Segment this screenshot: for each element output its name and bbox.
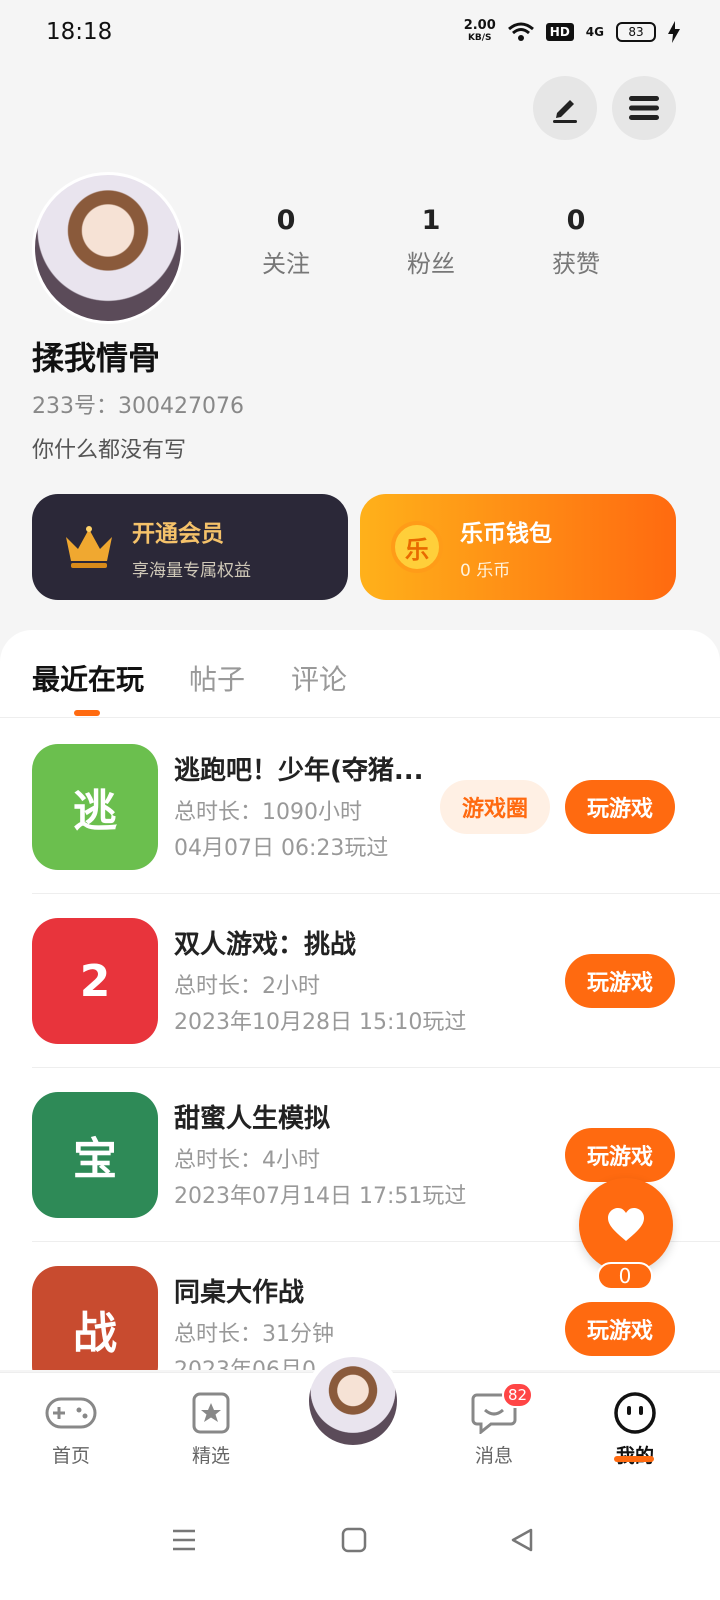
coin-icon: 乐 xyxy=(391,521,443,573)
nav-label: 首页 xyxy=(51,1445,90,1467)
nav-home[interactable]: 首页 xyxy=(26,1391,116,1468)
game-name: 逃跑吧！少年(夺猪... xyxy=(174,756,424,786)
nav-featured[interactable]: 精选 xyxy=(166,1391,256,1468)
net-speed: 2.00 KB/S xyxy=(463,18,496,43)
hamburger-icon xyxy=(629,96,659,120)
stat-followers[interactable]: 1 粉丝 xyxy=(376,205,486,279)
menu-lines-icon xyxy=(173,1529,195,1551)
game-last-played: 04月07日 06:23玩过 xyxy=(174,836,389,861)
back-button[interactable] xyxy=(502,1522,542,1558)
game-circle-button[interactable]: 游戏圈 xyxy=(440,780,550,834)
game-last-played: 2023年10月28日 15:10玩过 xyxy=(174,1010,467,1035)
username: 揉我情骨 xyxy=(32,339,161,377)
square-icon xyxy=(341,1527,367,1553)
status-bar: 18:18 2.00 KB/S HD 4G 83 xyxy=(0,0,720,64)
tab-bar: 最近在玩 帖子 评论 xyxy=(0,630,720,718)
game-icon: 宝 xyxy=(32,1092,158,1218)
game-row[interactable]: 逃 逃跑吧！少年(夺猪... 总时长：1090小时 04月07日 06:23玩过… xyxy=(32,720,720,894)
game-icon: 战 xyxy=(32,1266,158,1370)
nav-active-indicator xyxy=(614,1456,654,1462)
game-name: 双人游戏：挑战 xyxy=(174,930,357,960)
game-row[interactable]: 2 双人游戏：挑战 总时长：2小时 2023年10月28日 15:10玩过 玩游… xyxy=(32,894,720,1068)
stat-label: 关注 xyxy=(262,250,310,278)
game-duration: 总时长：2小时 xyxy=(174,974,320,999)
crown-icon xyxy=(60,518,118,576)
stat-value: 1 xyxy=(421,205,441,236)
game-name: 同桌大作战 xyxy=(174,1278,305,1308)
game-duration: 总时长：1090小时 xyxy=(174,800,362,825)
game-duration: 总时长：31分钟 xyxy=(174,1322,334,1347)
game-last-played: 2023年06月0 xyxy=(174,1352,316,1370)
like-count: 0 xyxy=(597,1262,653,1290)
clock: 18:18 xyxy=(46,19,113,45)
pencil-icon xyxy=(553,100,577,123)
status-icons: 2.00 KB/S HD 4G 83 xyxy=(463,18,680,44)
charging-icon xyxy=(668,21,680,43)
recent-apps-button[interactable] xyxy=(164,1522,204,1558)
hd-icon: HD xyxy=(545,23,574,41)
game-icon: 2 xyxy=(32,918,158,1044)
play-game-button[interactable]: 玩游戏 xyxy=(565,780,675,834)
nav-label: 我的 xyxy=(590,1441,680,1468)
stat-label: 粉丝 xyxy=(407,250,455,278)
vip-subtitle: 享海量专属权益 xyxy=(132,560,251,581)
wifi-icon xyxy=(507,22,534,41)
smiley-icon xyxy=(590,1391,680,1435)
gamepad-icon xyxy=(26,1391,116,1435)
wallet-card[interactable]: 乐 乐币钱包 0 乐币 xyxy=(360,494,676,600)
stat-label: 获赞 xyxy=(552,250,600,278)
vip-title: 开通会员 xyxy=(132,520,224,547)
nav-label: 精选 xyxy=(191,1445,230,1467)
tab-recent[interactable]: 最近在玩 xyxy=(32,658,144,698)
coin-icon-wrapper: 乐 xyxy=(388,518,446,576)
stat-likes[interactable]: 0 获赞 xyxy=(521,205,631,279)
game-last-played: 2023年07月14日 17:51玩过 xyxy=(174,1184,467,1209)
wallet-balance: 0 乐币 xyxy=(460,560,511,581)
menu-button[interactable] xyxy=(612,76,676,140)
stat-following[interactable]: 0 关注 xyxy=(231,205,341,279)
wallet-title: 乐币钱包 xyxy=(460,520,552,547)
signal-icon: 4G xyxy=(585,25,604,39)
triangle-back-icon xyxy=(511,1528,533,1552)
tab-indicator xyxy=(74,710,100,716)
edit-profile-button[interactable] xyxy=(533,76,597,140)
tab-posts[interactable]: 帖子 xyxy=(189,658,245,698)
nav-label: 消息 xyxy=(474,1445,513,1467)
stat-value: 0 xyxy=(276,205,296,236)
game-duration: 总时长：4小时 xyxy=(174,1148,320,1173)
game-name: 甜蜜人生模拟 xyxy=(174,1104,331,1134)
star-card-icon xyxy=(166,1391,256,1435)
play-game-button[interactable]: 玩游戏 xyxy=(565,1302,675,1356)
battery-icon: 83 xyxy=(616,22,656,42)
like-fab-button[interactable] xyxy=(579,1178,673,1272)
play-game-button[interactable]: 玩游戏 xyxy=(565,1128,675,1182)
home-button[interactable] xyxy=(334,1522,374,1558)
stat-value: 0 xyxy=(566,205,586,236)
user-id: 233号：300427076 xyxy=(32,394,244,419)
vip-card[interactable]: 开通会员 享海量专属权益 xyxy=(32,494,348,600)
system-nav-bar xyxy=(0,1482,720,1600)
play-game-button[interactable]: 玩游戏 xyxy=(565,954,675,1008)
center-avatar-button[interactable] xyxy=(304,1352,402,1450)
tab-comments[interactable]: 评论 xyxy=(291,658,347,698)
message-badge: 82 xyxy=(502,1382,534,1408)
user-bio[interactable]: 你什么都没有写 xyxy=(32,432,186,464)
profile-avatar[interactable] xyxy=(32,172,184,324)
heart-icon xyxy=(608,1208,644,1241)
game-icon: 逃 xyxy=(32,744,158,870)
